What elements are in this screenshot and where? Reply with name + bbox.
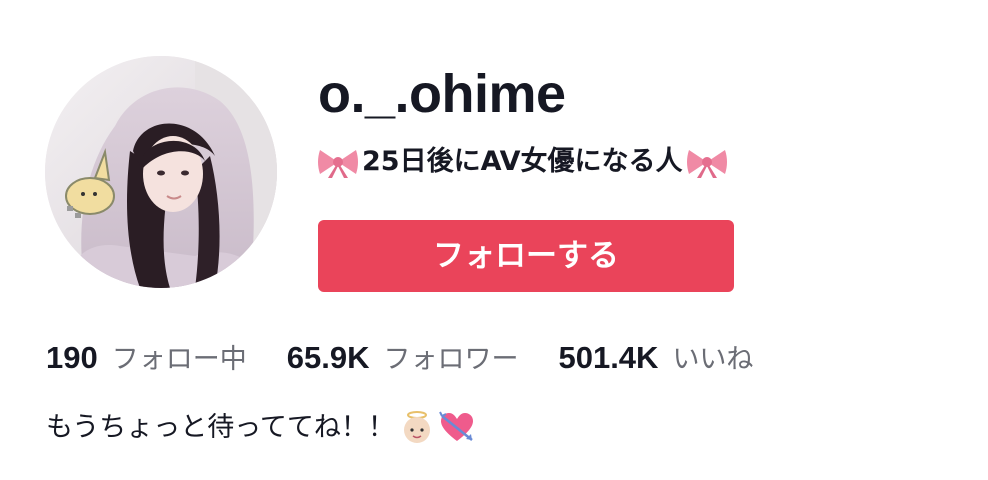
avatar[interactable] [45, 56, 277, 288]
stat-value: 190 [46, 340, 98, 375]
heart-with-arrow-icon [438, 410, 475, 446]
bio-text: もうちょっと待っててね！！ [46, 412, 395, 443]
stat-followers[interactable]: 65.9K フォロワー [287, 336, 519, 382]
profile-photo [45, 56, 277, 288]
stat-label: フォロー中 [111, 344, 247, 375]
stat-label: フォロワー [383, 344, 519, 375]
baby-angel-icon [399, 410, 435, 446]
ribbon-icon [685, 144, 729, 180]
nickname-text: 25日後にAV女優になる人 [362, 146, 683, 177]
follow-button[interactable]: フォローする [318, 220, 734, 292]
bio: もうちょっと待っててね！！ [46, 406, 475, 450]
stat-value: 65.9K [286, 340, 370, 375]
stats-row: 190 フォロー中 65.9K フォロワー 501.4K いいね [46, 336, 793, 382]
nickname: 25日後にAV女優になる人 [316, 140, 729, 184]
stat-following[interactable]: 190 フォロー中 [46, 336, 247, 382]
ribbon-icon [316, 144, 360, 180]
stat-label: いいね [672, 344, 754, 375]
stat-value: 501.4K [558, 340, 659, 375]
stat-likes: 501.4K いいね [558, 336, 753, 382]
username: o._.ohime [318, 64, 566, 124]
